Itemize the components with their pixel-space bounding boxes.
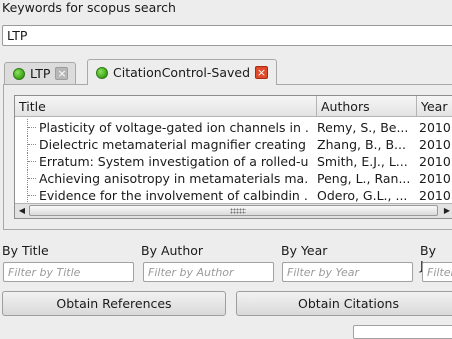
filter-journal-input[interactable]: Filter xyxy=(422,262,452,282)
status-dot-icon xyxy=(96,66,108,79)
tree-line xyxy=(27,187,37,204)
column-header-title[interactable]: Title xyxy=(15,96,317,117)
filter-year-input[interactable]: Filter by Year xyxy=(282,262,413,282)
cell-title: Erratum: System investigation of a rolle… xyxy=(39,154,309,169)
cell-year: 2010 xyxy=(419,120,451,135)
scrollbar-thumb[interactable] xyxy=(29,205,438,216)
table-row[interactable]: Dielectric metamaterial magnifier creati… xyxy=(15,136,452,153)
tab-citationcontrol-saved[interactable]: CitationControl-Saved × xyxy=(87,59,277,85)
grip-icon xyxy=(230,208,246,214)
cell-title: Achieving anisotropy in metamaterials ma… xyxy=(39,171,309,186)
column-header-authors[interactable]: Authors xyxy=(317,96,417,117)
filter-author-input[interactable]: Filter by Author xyxy=(143,262,274,282)
tab-label: LTP xyxy=(30,66,51,81)
tree-line xyxy=(27,119,37,136)
filter-label-author: By Author xyxy=(141,243,204,258)
cell-authors: Peng, L., Ran... xyxy=(317,171,411,186)
keywords-label: Keywords for scopus search xyxy=(2,0,176,15)
cell-title: Dielectric metamaterial magnifier creati… xyxy=(39,137,309,152)
tab-label: CitationControl-Saved xyxy=(113,65,251,80)
results-table[interactable]: Title Authors Year Plasticity of voltage… xyxy=(14,95,452,219)
close-icon[interactable]: × xyxy=(55,67,69,80)
tree-line xyxy=(27,136,37,153)
cell-title: Plasticity of voltage-gated ion channels… xyxy=(39,120,309,135)
cell-year: 2010 xyxy=(419,188,451,203)
column-header-year[interactable]: Year xyxy=(417,96,452,117)
scroll-right-icon[interactable]: ▶ xyxy=(441,205,452,217)
close-icon[interactable]: × xyxy=(255,66,269,79)
cell-year: 2010 xyxy=(419,137,451,152)
cell-year: 2010 xyxy=(419,171,451,186)
table-row[interactable]: Achieving anisotropy in metamaterials ma… xyxy=(15,170,452,187)
filter-label-year: By Year xyxy=(281,243,328,258)
table-row[interactable]: Evidence for the involvement of calbindi… xyxy=(15,187,452,204)
cell-authors: Zhang, B., B... xyxy=(317,137,406,152)
cell-authors: Odero, G.L., ... xyxy=(317,188,408,203)
table-row[interactable]: Plasticity of voltage-gated ion channels… xyxy=(15,119,452,136)
obtain-citations-button[interactable]: Obtain Citations xyxy=(236,291,452,316)
cell-authors: Remy, S., Be... xyxy=(317,120,409,135)
obtain-references-button[interactable]: Obtain References xyxy=(2,291,226,316)
status-dot-icon xyxy=(13,67,25,80)
horizontal-scrollbar[interactable]: ◀ ▶ xyxy=(15,203,452,218)
tree-line xyxy=(27,170,37,187)
filter-label-title: By Title xyxy=(2,243,49,258)
bottom-field[interactable] xyxy=(353,325,452,339)
tree-line xyxy=(27,153,37,170)
cell-year: 2010 xyxy=(419,154,451,169)
scroll-left-icon[interactable]: ◀ xyxy=(16,205,28,217)
cell-authors: Smith, E.J., L... xyxy=(317,154,408,169)
filter-title-input[interactable]: Filter by Title xyxy=(3,262,134,282)
table-row[interactable]: Erratum: System investigation of a rolle… xyxy=(15,153,452,170)
tab-ltp[interactable]: LTP × xyxy=(4,62,76,84)
keywords-input[interactable]: LTP xyxy=(2,25,452,46)
cell-title: Evidence for the involvement of calbindi… xyxy=(39,188,309,203)
